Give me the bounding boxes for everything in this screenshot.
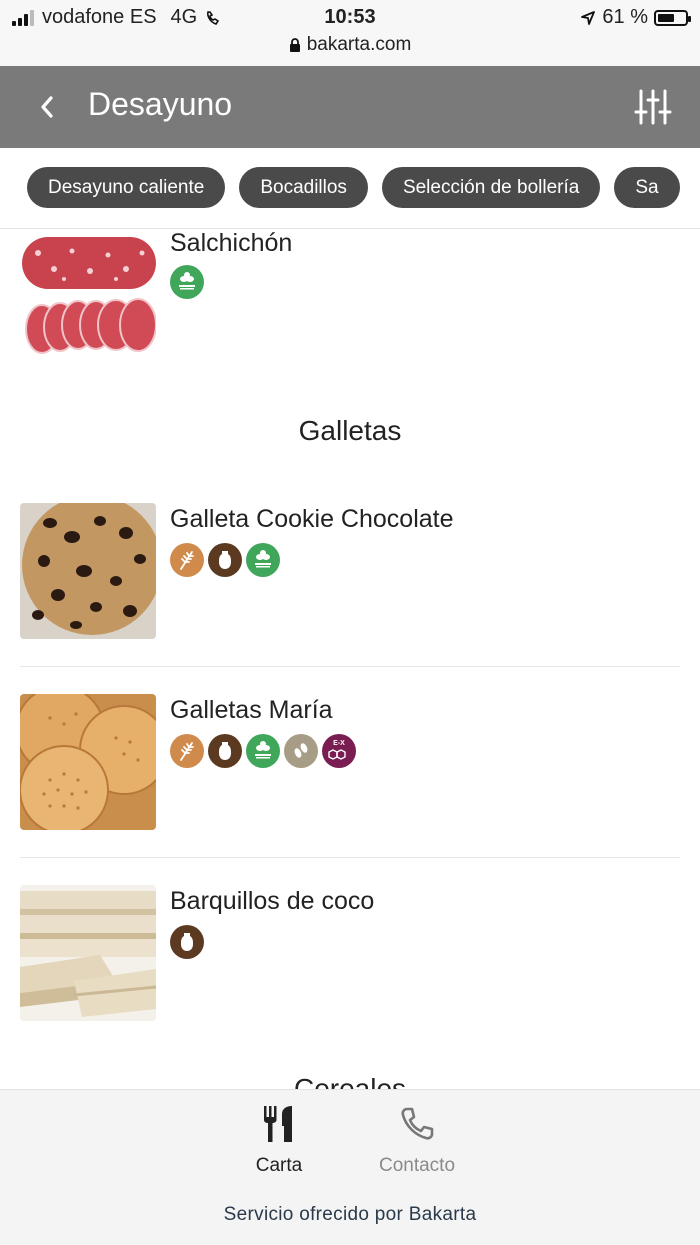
- barquillos-image: [20, 885, 156, 1021]
- battery-icon: [654, 9, 691, 26]
- additives-label: E-X: [333, 740, 345, 747]
- sulfites-icon: [170, 265, 204, 299]
- status-right: 61 %: [580, 6, 691, 29]
- app-header: Desayuno: [0, 66, 700, 148]
- nav-contacto-label: Contacto: [378, 1155, 456, 1176]
- allergen-list: [170, 265, 204, 299]
- lock-icon: [289, 37, 300, 52]
- page-title: Desayuno: [88, 86, 233, 122]
- milk-icon: [208, 734, 242, 768]
- milk-icon: [170, 925, 204, 959]
- allergen-list: [170, 543, 280, 577]
- list-item[interactable]: Salchichón: [20, 229, 680, 365]
- item-name: Salchichón: [170, 229, 293, 257]
- allergen-list: [170, 925, 204, 959]
- status-bar: vodafone ES 4G 10:53 61 % bakarta.com: [0, 0, 700, 66]
- sulfites-icon: [246, 734, 280, 768]
- milk-icon: [208, 543, 242, 577]
- location-arrow-icon: [581, 10, 596, 25]
- galletas-maria-image: [20, 694, 156, 830]
- additives-icon: E-X: [322, 734, 356, 768]
- item-name: Galleta Cookie Chocolate: [170, 505, 454, 533]
- sesame-icon: [284, 734, 318, 768]
- nav-contacto[interactable]: Contacto: [357, 1106, 477, 1177]
- section-title-galletas: Galletas: [298, 415, 402, 446]
- gluten-icon: [170, 734, 204, 768]
- battery-percent: 61 %: [602, 6, 648, 28]
- phone-icon: [401, 1107, 434, 1140]
- fork-knife-icon: [264, 1106, 292, 1142]
- battery-fill: [658, 13, 674, 22]
- allergen-list: E-X: [170, 734, 356, 768]
- list-item[interactable]: Barquillos de coco: [20, 885, 680, 1021]
- divider: [20, 666, 680, 667]
- footer-text: Servicio ofrecido por Bakarta: [223, 1204, 477, 1225]
- section-title-cereales: Cereales: [293, 1073, 407, 1089]
- chip-next-category[interactable]: Sa: [614, 167, 680, 208]
- chevron-left-icon: [41, 96, 53, 118]
- address-bar[interactable]: bakarta.com: [0, 34, 700, 56]
- salchichon-image: [20, 229, 156, 365]
- chip-desayuno-caliente[interactable]: Desayuno caliente: [27, 167, 226, 208]
- chip-bocadillos[interactable]: Bocadillos: [239, 167, 368, 208]
- url-text: bakarta.com: [306, 34, 412, 55]
- menu-list: Salchichón Galletas Galleta Cookie Choco…: [0, 229, 700, 1089]
- back-button[interactable]: [30, 90, 64, 124]
- item-name: Barquillos de coco: [170, 887, 375, 915]
- bottom-nav: Carta Contacto Servicio ofrecido por Bak…: [0, 1089, 700, 1245]
- cookie-image: [20, 503, 156, 639]
- list-item[interactable]: Galletas María E-X: [20, 694, 680, 830]
- nav-carta-label: Carta: [255, 1155, 303, 1176]
- item-name: Galletas María: [170, 696, 333, 724]
- nav-carta[interactable]: Carta: [219, 1106, 339, 1177]
- divider: [20, 857, 680, 858]
- chip-seleccion-bolleria[interactable]: Selección de bollería: [381, 167, 601, 208]
- filter-sliders-icon[interactable]: [634, 88, 672, 126]
- gluten-icon: [170, 543, 204, 577]
- list-item[interactable]: Galleta Cookie Chocolate: [20, 503, 680, 639]
- sulfites-icon: [246, 543, 280, 577]
- category-chips: Desayuno caliente Bocadillos Selección d…: [0, 148, 700, 229]
